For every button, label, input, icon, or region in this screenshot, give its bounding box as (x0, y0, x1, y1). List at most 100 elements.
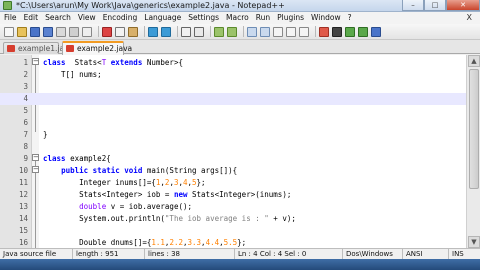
tab-example1[interactable]: example1.java (3, 42, 73, 54)
menu-language[interactable]: Language (144, 12, 181, 24)
code-line[interactable]: 2 T[] nums; (0, 69, 466, 81)
replace-icon[interactable] (194, 26, 204, 37)
sync-vertical-icon[interactable] (247, 26, 257, 37)
code-text: Integer inums[]={1,2,3,4,5}; (43, 177, 206, 189)
code-line[interactable]: 1 class Stats<T extends Number>{ (0, 57, 466, 69)
close-button[interactable]: ✕ (446, 0, 480, 11)
code-token: } (43, 130, 48, 139)
toolbar-separator (315, 26, 316, 37)
vertical-scrollbar[interactable]: ▲ ▼ (466, 55, 480, 248)
close-all-icon[interactable] (69, 26, 79, 37)
zoom-out-icon[interactable] (227, 26, 237, 37)
code-token: class (43, 58, 66, 67)
word-wrap-icon[interactable] (273, 26, 283, 37)
menu-window[interactable]: Window (311, 12, 341, 24)
indent-guide-icon[interactable] (299, 26, 309, 37)
code-token: }; (196, 178, 206, 187)
new-file-icon[interactable] (4, 26, 14, 37)
code-line[interactable]: 15 (0, 225, 466, 237)
title-bar: *C:\Users\arun\My Work\Java\generics\exa… (0, 0, 480, 12)
save-icon[interactable] (30, 26, 40, 37)
code-token: class (43, 154, 66, 163)
open-folder-icon[interactable] (17, 26, 27, 37)
zoom-in-icon[interactable] (214, 26, 224, 37)
code-line[interactable]: 13 double v = iob.average(); (0, 201, 466, 213)
code-token: new (173, 190, 188, 199)
code-line[interactable]: 11 Integer inums[]={1,2,3,4,5}; (0, 177, 466, 189)
close-file-icon[interactable] (56, 26, 66, 37)
save-all-icon[interactable] (43, 26, 53, 37)
code-token: 2.2 (169, 238, 183, 247)
run-macro-multiple-icon[interactable] (358, 26, 368, 37)
scroll-down-icon[interactable]: ▼ (468, 236, 480, 248)
code-line[interactable]: 8 (0, 141, 466, 153)
cut-icon[interactable] (102, 26, 112, 37)
copy-icon[interactable] (115, 26, 125, 37)
sync-horizontal-icon[interactable] (260, 26, 270, 37)
code-token: "The iob average is : " (164, 214, 269, 223)
code-token: + v); (268, 214, 296, 223)
code-line[interactable]: 9 class example2{ (0, 153, 466, 165)
code-token: Number>{ (142, 58, 183, 67)
status-bar: Java source file length : 951 lines : 38… (0, 248, 480, 260)
menu-settings[interactable]: Settings (188, 12, 219, 24)
stop-macro-icon[interactable] (332, 26, 342, 37)
menu-run[interactable]: Run (256, 12, 270, 24)
code-token: System.out.println( (43, 214, 165, 223)
code-line[interactable]: 5 (0, 105, 466, 117)
toolbar-separator (98, 26, 99, 37)
code-text: Stats<Integer> iob = new Stats<Integer>(… (43, 189, 291, 201)
code-token: Stats<Integer>(inums); (187, 190, 292, 199)
window-title: *C:\Users\arun\My Work\Java\generics\exa… (16, 1, 285, 10)
code-text: double v = iob.average(); (43, 201, 192, 213)
code-editor[interactable]: − − − 1 class Stats<T extends Number>{2 T… (0, 55, 480, 248)
code-line[interactable]: 6 (0, 117, 466, 129)
record-macro-icon[interactable] (319, 26, 329, 37)
code-line[interactable]: 7} (0, 129, 466, 141)
tab-example2[interactable]: example2.java (62, 41, 132, 55)
code-text: public static void main(String args[]){ (43, 165, 237, 177)
document-tab-bar: example1.java example2.java (0, 40, 480, 55)
code-line[interactable]: 3 (0, 81, 466, 93)
code-line[interactable]: 14 System.out.println("The iob average i… (0, 213, 466, 225)
menu-encoding[interactable]: Encoding (103, 12, 138, 24)
menu-macro[interactable]: Macro (226, 12, 249, 24)
show-all-chars-icon[interactable] (286, 26, 296, 37)
menu-help[interactable]: ? (348, 12, 352, 24)
scrollbar-thumb[interactable] (469, 69, 479, 189)
current-code-line[interactable]: 4 (0, 93, 466, 105)
code-line[interactable]: 10 public static void main(String args[]… (0, 165, 466, 177)
code-line[interactable]: 16 Double dnums[]={1.1,2.2,3.3,4.4,5.5}; (0, 237, 466, 248)
line-number: 12 (18, 190, 28, 199)
code-line[interactable]: 12 Stats<Integer> iob = new Stats<Intege… (0, 189, 466, 201)
toolbar (0, 24, 480, 40)
maximize-button[interactable]: □ (424, 0, 446, 11)
toolbar-separator (243, 26, 244, 37)
code-token: 4.4 (205, 238, 220, 247)
line-number: 4 (23, 94, 28, 103)
unsaved-file-icon (7, 45, 15, 52)
scroll-up-icon[interactable]: ▲ (468, 55, 480, 67)
find-icon[interactable] (181, 26, 191, 37)
menu-plugins[interactable]: Plugins (277, 12, 304, 24)
redo-icon[interactable] (161, 26, 171, 37)
code-token: double (79, 202, 107, 211)
line-number: 11 (18, 178, 28, 187)
code-token: v = iob.average(); (106, 202, 193, 211)
menu-file[interactable]: File (4, 12, 17, 24)
undo-icon[interactable] (148, 26, 158, 37)
code-token: example2{ (65, 154, 111, 163)
close-document-button[interactable]: X (467, 13, 472, 22)
menu-edit[interactable]: Edit (24, 12, 39, 24)
play-macro-icon[interactable] (345, 26, 355, 37)
paste-icon[interactable] (128, 26, 138, 37)
minimize-button[interactable]: – (402, 0, 424, 11)
code-token: Double dnums[]={ (43, 238, 152, 247)
print-icon[interactable] (82, 26, 92, 37)
menu-search[interactable]: Search (45, 12, 71, 24)
code-token: Stats< (65, 58, 102, 67)
menu-view[interactable]: View (78, 12, 96, 24)
save-macro-icon[interactable] (371, 26, 381, 37)
line-number: 9 (23, 154, 28, 163)
